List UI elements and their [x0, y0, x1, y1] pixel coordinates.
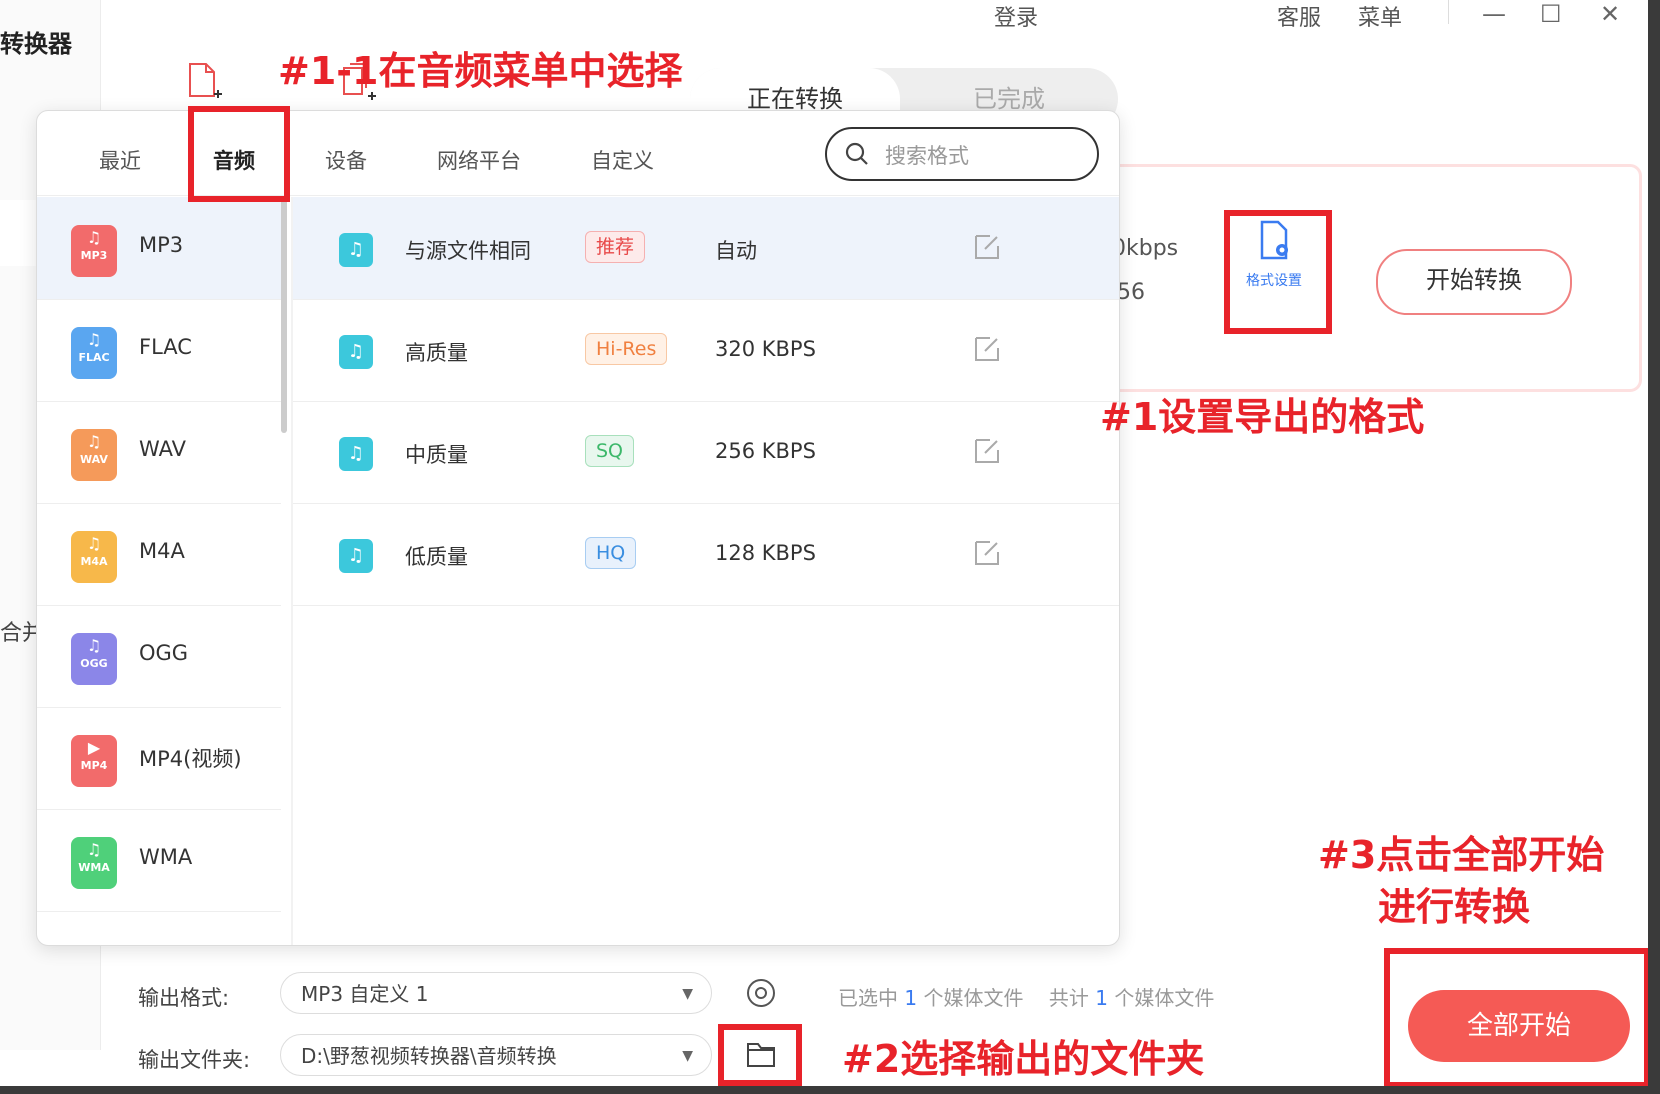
category-tab-web-platform[interactable]: 网络平台: [437, 145, 521, 175]
quality-badge: Hi-Res: [585, 333, 668, 365]
selected-suffix: 个媒体文件: [923, 986, 1024, 1010]
selected-count: 1: [904, 986, 918, 1010]
quality-row-high[interactable]: ♫ 高质量 Hi-Res 320 KBPS: [293, 299, 1119, 402]
login-link[interactable]: 登录: [994, 0, 1038, 32]
quality-name: 高质量: [405, 341, 468, 365]
mp3-file-icon: ♫ MP3: [71, 225, 117, 277]
quality-badge: HQ: [585, 537, 637, 569]
menu-link[interactable]: 菜单: [1358, 0, 1402, 32]
format-search[interactable]: 搜索格式: [825, 127, 1099, 181]
quality-row-medium[interactable]: ♫ 中质量 SQ 256 KBPS: [293, 401, 1119, 504]
quality-bitrate: 256 KBPS: [715, 439, 816, 463]
format-item-m4a[interactable]: ♫ M4A M4A: [37, 503, 281, 606]
quality-name: 中质量: [405, 443, 468, 467]
category-tab-custom[interactable]: 自定义: [591, 145, 654, 175]
flac-file-icon: ♫ FLAC: [71, 327, 117, 379]
format-name: FLAC: [139, 335, 192, 359]
format-item-ogg[interactable]: ♫ OGG OGG: [37, 605, 281, 708]
music-note-icon: ♫: [339, 233, 373, 267]
edit-icon[interactable]: [973, 537, 1001, 567]
annotation-step-1-1: #1-1在音频菜单中选择: [278, 49, 683, 93]
wav-file-icon: ♫ WAV: [71, 429, 117, 481]
quality-bitrate: 320 KBPS: [715, 337, 816, 361]
output-folder-select[interactable]: D:\野葱视频转换器\音频转换 ▼: [280, 1034, 712, 1076]
total-count: 1: [1095, 986, 1108, 1010]
chevron-down-icon: ▼: [682, 986, 693, 1002]
edit-icon[interactable]: [973, 435, 1001, 465]
titlebar-divider: [1448, 0, 1449, 24]
selected-prefix: 已选中: [838, 986, 898, 1010]
output-format-select[interactable]: MP3 自定义 1 ▼: [280, 972, 712, 1014]
format-picker-panel: 最近 音频 设备 网络平台 自定义 搜索格式 ♫ MP3 MP3 ♫ FLAC FL…: [36, 110, 1120, 946]
output-folder-label: 输出文件夹:: [138, 1048, 251, 1072]
format-name: OGG: [139, 641, 189, 665]
format-list: ♫ MP3 MP3 ♫ FLAC FLAC ♫ WAV WAV ♫ M4A M4A ♫ O…: [37, 197, 283, 945]
task-size: 56: [1117, 280, 1145, 305]
category-tab-device[interactable]: 设备: [325, 145, 367, 175]
search-icon: [845, 142, 868, 165]
music-note-icon: ♫: [339, 335, 373, 369]
category-tab-recent[interactable]: 最近: [99, 145, 141, 175]
annotation-step-1: #1设置导出的格式: [1100, 395, 1425, 439]
edit-icon[interactable]: [973, 231, 1001, 261]
highlight-box-folder: [718, 1024, 802, 1086]
quality-bitrate: 128 KBPS: [715, 541, 816, 565]
output-folder-value: D:\野葱视频转换器\音频转换: [301, 1044, 557, 1068]
add-file-icon[interactable]: [186, 62, 222, 102]
output-format-value: MP3 自定义 1: [301, 982, 429, 1006]
format-item-mp3[interactable]: ♫ MP3 MP3: [37, 197, 281, 300]
format-name: MP4(视频): [139, 747, 242, 771]
close-icon[interactable]: ✕: [1600, 0, 1620, 28]
quality-row-low[interactable]: ♫ 低质量 HQ 128 KBPS: [293, 503, 1119, 606]
customer-service-link[interactable]: 客服: [1277, 0, 1321, 32]
chevron-down-icon: ▼: [682, 1048, 693, 1064]
start-convert-button[interactable]: 开始转换: [1376, 249, 1572, 315]
highlight-box-format-settings: [1224, 210, 1332, 334]
quality-bitrate: 自动: [715, 239, 757, 263]
edit-icon[interactable]: [973, 333, 1001, 363]
highlight-box-start-all: [1384, 948, 1650, 1088]
quality-badge: 推荐: [585, 231, 646, 263]
quality-name: 低质量: [405, 545, 468, 569]
format-name: MP3: [139, 233, 184, 257]
annotation-step-3-line2: 进行转换: [1378, 885, 1531, 929]
format-item-wma[interactable]: ♫ WMA WMA: [37, 809, 281, 912]
format-name: WAV: [139, 437, 187, 461]
m4a-file-icon: ♫ M4A: [71, 531, 117, 583]
mp4-file-icon: ▶ MP4: [71, 735, 117, 787]
app-title: 转换器: [0, 30, 72, 58]
quality-name: 与源文件相同: [405, 239, 531, 263]
quality-row-same-as-source[interactable]: ♫ 与源文件相同 推荐 自动: [293, 197, 1119, 300]
window-bottom-edge: [0, 1086, 1660, 1094]
task-bitrate: 0kbps: [1112, 236, 1179, 261]
media-count-info: 已选中 1 个媒体文件 共计 1 个媒体文件: [838, 982, 1214, 1011]
highlight-box-audio-tab: [188, 106, 290, 202]
format-item-flac[interactable]: ♫ FLAC FLAC: [37, 299, 281, 402]
annotation-step-2: #2选择输出的文件夹: [842, 1037, 1205, 1081]
format-name: WMA: [139, 845, 193, 869]
total-suffix: 个媒体文件: [1114, 986, 1215, 1010]
search-input[interactable]: 搜索格式: [885, 140, 969, 170]
music-note-icon: ♫: [339, 437, 373, 471]
minimize-icon[interactable]: —: [1482, 0, 1506, 28]
window-edge: [1648, 0, 1660, 1094]
wma-file-icon: ♫ WMA: [71, 837, 117, 889]
ogg-file-icon: ♫ OGG: [71, 633, 117, 685]
output-format-label: 输出格式:: [138, 986, 230, 1010]
format-item-wav[interactable]: ♫ WAV WAV: [37, 401, 281, 504]
format-item-mp4-video[interactable]: ▶ MP4 MP4(视频): [37, 707, 281, 810]
maximize-icon[interactable]: ☐: [1540, 0, 1562, 28]
total-prefix: 共计: [1048, 986, 1089, 1010]
music-note-icon: ♫: [339, 539, 373, 573]
annotation-step-3-line1: #3点击全部开始: [1318, 833, 1605, 877]
format-name: M4A: [139, 539, 185, 563]
settings-gear-icon[interactable]: [744, 976, 778, 1010]
quality-badge: SQ: [585, 435, 635, 467]
format-list-scrollbar[interactable]: [281, 199, 287, 433]
